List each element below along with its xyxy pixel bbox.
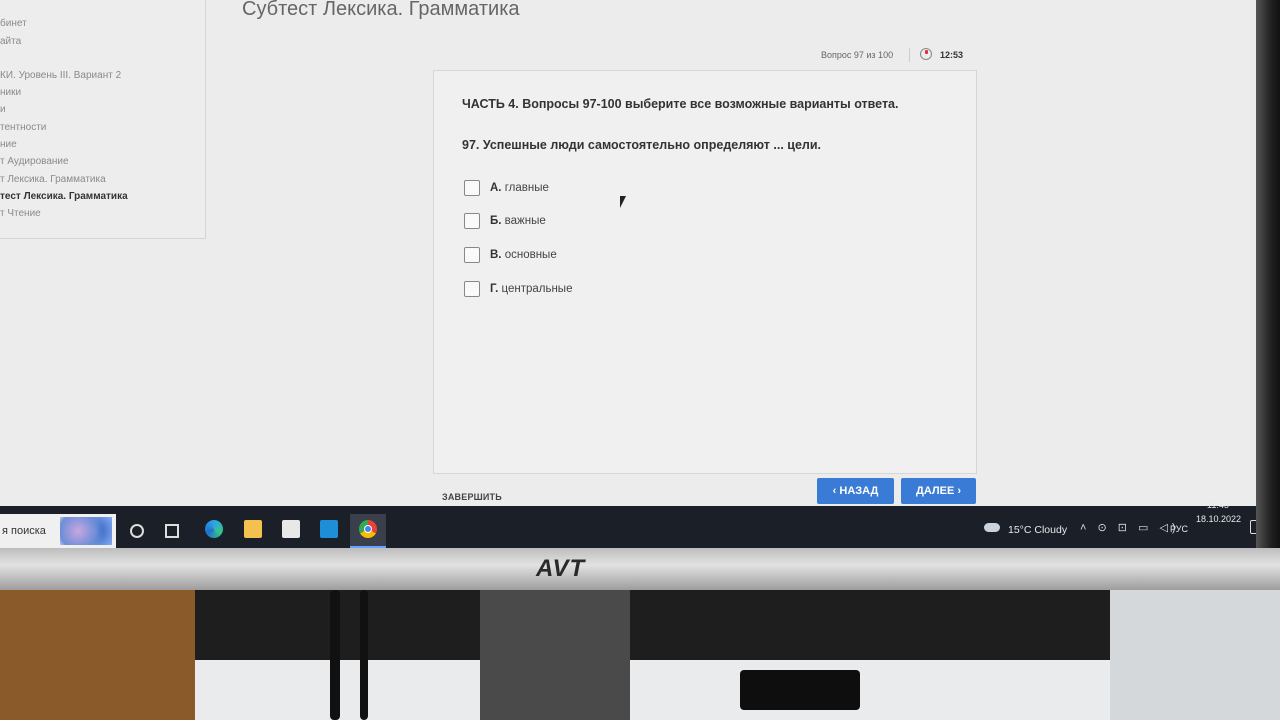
timer-value: 12:53 xyxy=(940,50,964,60)
cable xyxy=(740,670,860,710)
option-label-g: Г. центральные xyxy=(490,283,573,295)
language-indicator[interactable]: РУС xyxy=(1170,524,1188,534)
cable xyxy=(330,590,340,720)
clock-date[interactable]: 18.10.2022 xyxy=(1196,514,1241,524)
mouse-cursor-icon xyxy=(620,196,626,208)
checkbox-g[interactable] xyxy=(464,281,480,297)
sidebar-item-lexis-grammar[interactable]: т Лексика. Грамматика xyxy=(0,174,106,185)
finish-link[interactable]: ЗАВЕРШИТЬ xyxy=(442,492,502,502)
checkbox-b[interactable] xyxy=(464,213,480,229)
next-button[interactable]: ДАЛЕЕ › xyxy=(901,478,976,504)
mail-icon[interactable] xyxy=(320,520,338,538)
sidebar-item-site[interactable]: айта xyxy=(0,36,21,47)
sidebar: бинет айта КИ. Уровень III. Вариант 2 ни… xyxy=(0,0,206,239)
back-button[interactable]: ‹ НАЗАД xyxy=(817,478,894,504)
monitor-bezel: AVT xyxy=(0,548,1280,590)
monitor-stand xyxy=(480,590,630,720)
desk-surface xyxy=(1110,590,1280,720)
sidebar-item-6[interactable]: тентности xyxy=(0,122,46,133)
sidebar-item-reading[interactable]: т Чтение xyxy=(0,208,41,219)
monitor-brand-logo: AVT xyxy=(536,555,586,582)
page-title: Субтест Лексика. Грамматика xyxy=(242,0,520,20)
taskbar-search[interactable]: я поиска xyxy=(0,514,116,548)
question-text: 97. Успешные люди самостоятельно определ… xyxy=(462,138,822,152)
edge-icon[interactable] xyxy=(205,520,223,538)
cable xyxy=(360,590,368,720)
cloud-icon xyxy=(984,523,1000,532)
store-icon[interactable] xyxy=(282,520,300,538)
floor xyxy=(0,590,195,720)
file-explorer-icon[interactable] xyxy=(244,520,262,538)
sidebar-item-lexis-grammar-current[interactable]: тест Лексика. Грамматика xyxy=(0,191,128,202)
option-label-b: Б. важные xyxy=(490,215,546,227)
sidebar-item-listening[interactable]: т Аудирование xyxy=(0,156,69,167)
timer-icon xyxy=(920,48,932,60)
clock-time[interactable]: 11:45 xyxy=(1207,500,1229,510)
butterfly-icon xyxy=(60,517,112,545)
sidebar-item-7[interactable]: ние xyxy=(0,139,17,150)
divider xyxy=(909,48,910,62)
search-placeholder: я поиска xyxy=(2,525,46,537)
answer-option-g[interactable]: Г. центральные xyxy=(464,281,572,297)
chrome-icon[interactable] xyxy=(359,520,377,538)
answer-option-b[interactable]: Б. важные xyxy=(464,213,546,229)
option-label-v: В. основные xyxy=(490,249,557,261)
task-view-icon[interactable] xyxy=(165,524,179,538)
sidebar-item-test-variant[interactable]: КИ. Уровень III. Вариант 2 xyxy=(0,70,121,81)
weather-text[interactable]: 15°C Cloudy xyxy=(1008,524,1067,536)
part-instruction: ЧАСТЬ 4. Вопросы 97-100 выберите все воз… xyxy=(462,97,899,111)
taskbar: я поиска 15°C Cloudy ˄ ⊙ ⊡ ▭ ◁) РУС 11:4… xyxy=(0,500,1262,548)
answer-option-a[interactable]: А. главные xyxy=(464,180,549,196)
system-tray-icons[interactable]: ˄ ⊙ ⊡ ▭ ◁) xyxy=(1080,521,1180,534)
checkbox-a[interactable] xyxy=(464,180,480,196)
sidebar-item-cabinet[interactable]: бинет xyxy=(0,18,27,29)
question-card: ЧАСТЬ 4. Вопросы 97-100 выберите все воз… xyxy=(433,70,977,474)
sidebar-item-5[interactable]: и xyxy=(0,104,6,115)
sidebar-item-4[interactable]: ники xyxy=(0,87,21,98)
option-label-a: А. главные xyxy=(490,182,549,194)
monitor-side-edge xyxy=(1256,0,1280,560)
checkbox-v[interactable] xyxy=(464,247,480,263)
answer-option-v[interactable]: В. основные xyxy=(464,247,557,263)
question-counter: Вопрос 97 из 100 xyxy=(821,50,894,60)
cortana-icon[interactable] xyxy=(130,524,144,538)
screen: бинет айта КИ. Уровень III. Вариант 2 ни… xyxy=(0,0,1262,548)
background-environment xyxy=(0,590,1280,720)
